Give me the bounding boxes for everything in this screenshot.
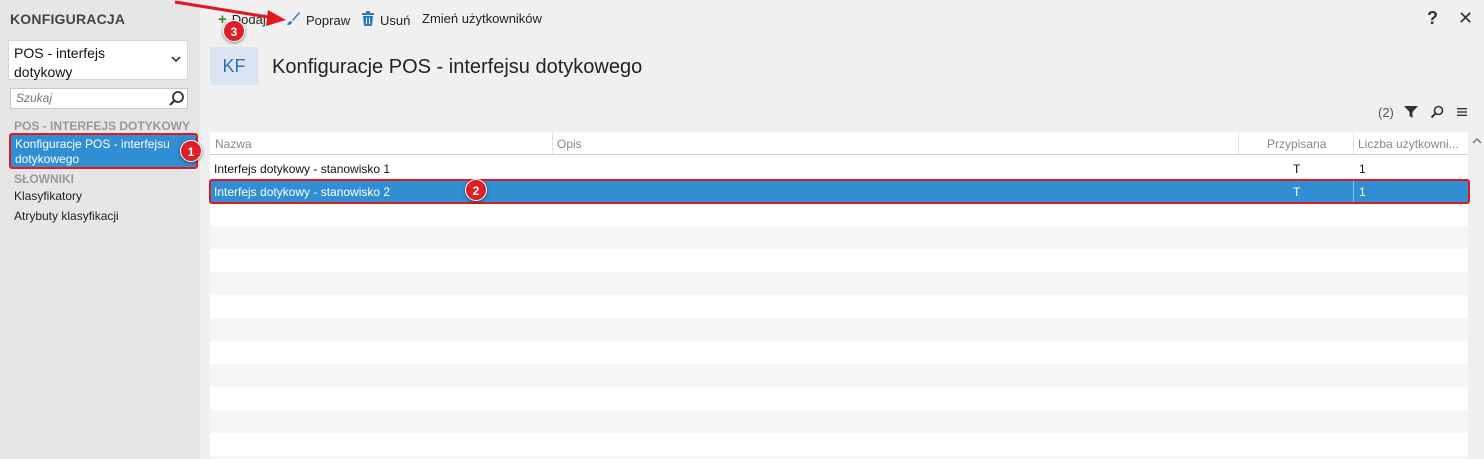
trash-icon [361, 11, 375, 29]
annotation-badge-1: 1 [180, 140, 202, 162]
module-select[interactable]: POS - interfejs dotykowy [8, 40, 188, 80]
cell-liczba: 1 [1359, 162, 1366, 176]
change-users-button-label: Zmień użytkowników [422, 11, 542, 26]
search-grid-icon[interactable] [1430, 105, 1444, 122]
empty-row [210, 410, 1468, 433]
column-header-opis[interactable]: Opis [557, 137, 582, 151]
chevron-down-icon [171, 54, 181, 66]
cell-nazwa: Interfejs dotykowy - stanowisko 1 [214, 162, 391, 176]
search-icon[interactable] [168, 90, 185, 112]
change-users-button[interactable]: Zmień użytkowników [422, 11, 542, 26]
sidebar: KONFIGURACJA POS - interfejs dotykowy PO… [0, 0, 200, 459]
column-header-liczba-uzytkownikow[interactable]: Liczba użytkowni... [1358, 137, 1459, 151]
empty-row [210, 364, 1468, 387]
sidebar-item-konfiguracje-pos[interactable]: Konfiguracje POS - interfejsu dotykowego [9, 133, 198, 169]
sidebar-item-atrybuty-klasyfikacji[interactable]: Atrybuty klasyfikacji [14, 209, 119, 223]
search-input[interactable] [16, 91, 156, 105]
group-slowniki-header: SŁOWNIKI [14, 172, 74, 186]
grid-header: Nazwa Opis Przypisana Liczba użytkowni..… [210, 132, 1468, 155]
module-select-value: POS - interfejs dotykowy [14, 45, 106, 80]
empty-row [210, 318, 1468, 341]
delete-button[interactable]: Usuń [361, 11, 410, 29]
delete-button-label: Usuń [380, 12, 411, 28]
scroll-up-icon[interactable] [1472, 136, 1482, 147]
filter-icon[interactable] [1404, 105, 1418, 122]
empty-row [210, 272, 1468, 295]
annotation-badge-3: 3 [223, 20, 245, 42]
annotation-badge-2: 2 [465, 179, 487, 201]
column-header-przypisana[interactable]: Przypisana [1267, 137, 1326, 151]
selection-highlight [209, 179, 1470, 204]
empty-row [210, 226, 1468, 249]
module-badge: KF [210, 47, 258, 85]
search-box[interactable] [10, 88, 188, 109]
table-row[interactable]: Interfejs dotykowy - stanowisko 1 T 1 [210, 157, 1468, 180]
cell-przypisana: T [1293, 162, 1301, 176]
sidebar-title: KONFIGURACJA [10, 11, 126, 27]
edit-button-label: Popraw [306, 12, 351, 28]
help-icon[interactable]: ? [1427, 8, 1438, 29]
close-icon[interactable]: ✕ [1458, 8, 1473, 29]
page-title: Konfiguracje POS - interfejsu dotykowego [272, 56, 643, 78]
menu-icon[interactable] [1456, 106, 1468, 121]
sidebar-item-label: Konfiguracje POS - interfejsu dotykowego [15, 137, 170, 166]
record-count: (2) [1378, 105, 1394, 120]
group-pos-header: POS - INTERFEJS DOTYKOWY [14, 119, 191, 133]
column-header-nazwa[interactable]: Nazwa [215, 137, 252, 151]
sidebar-item-klasyfikatory[interactable]: Klasyfikatory [14, 189, 82, 203]
